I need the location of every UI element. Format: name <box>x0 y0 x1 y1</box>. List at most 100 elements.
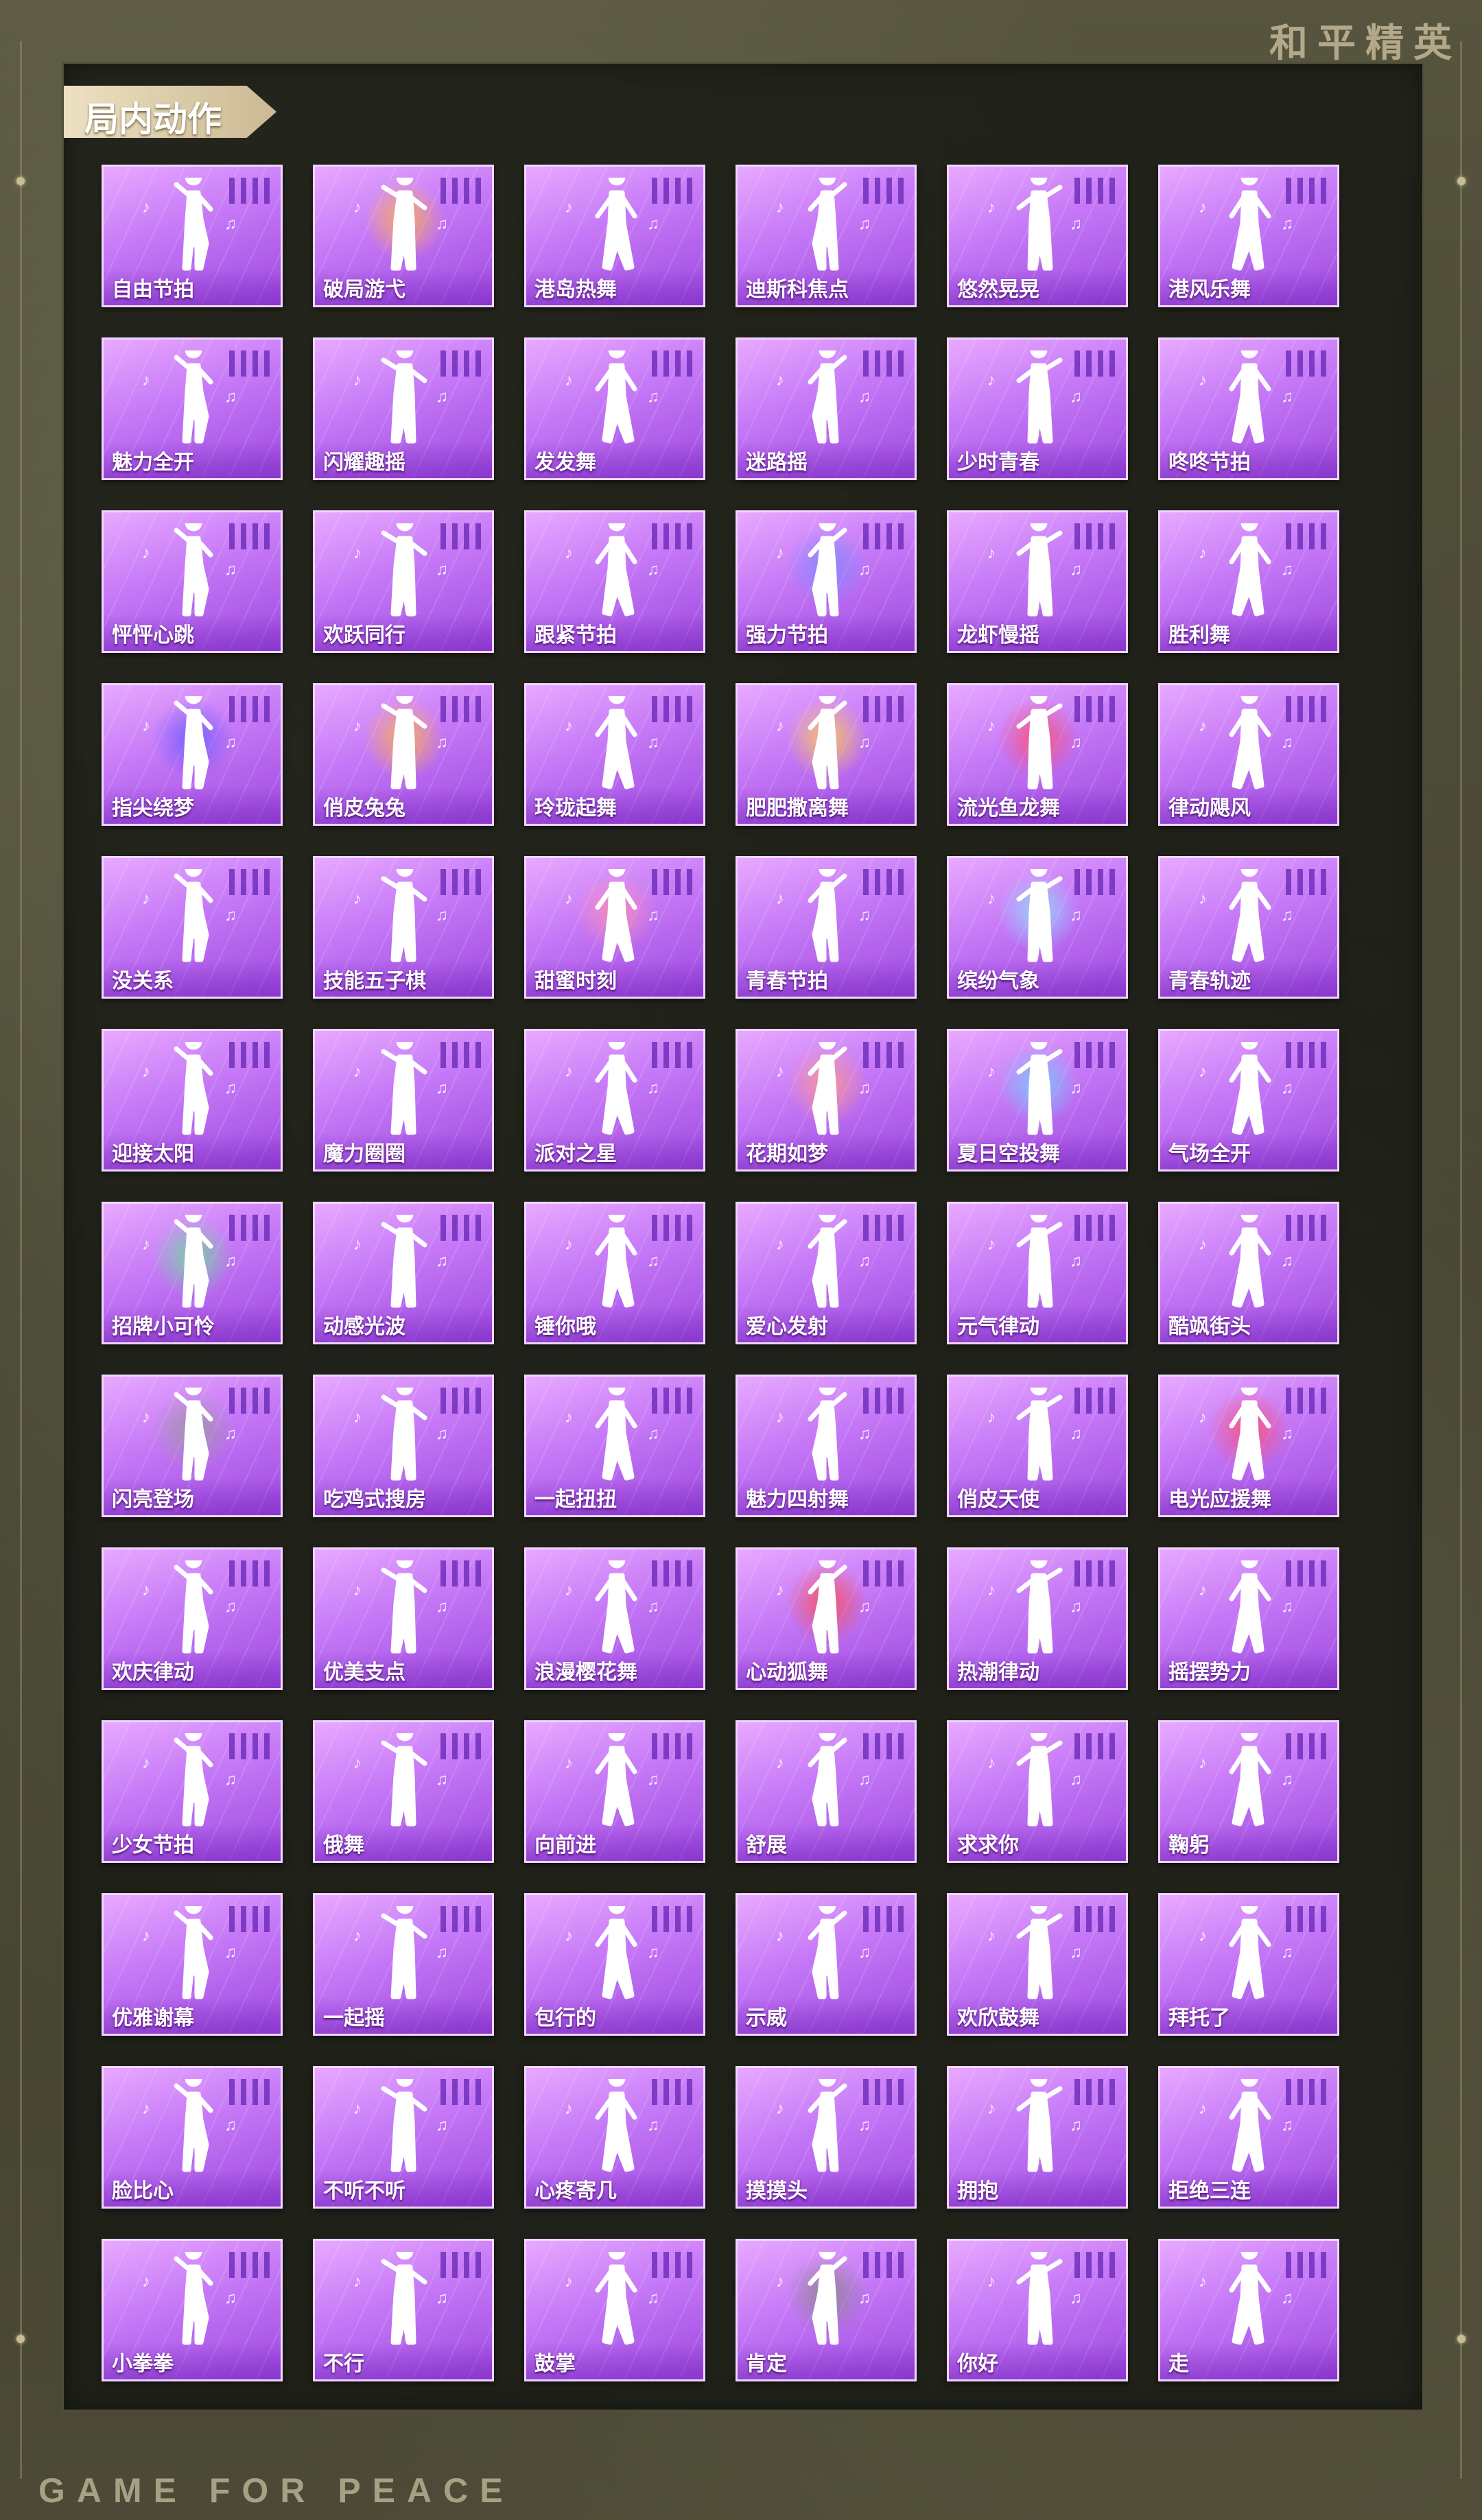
emote-card[interactable]: ♪ ♫ 一起扭扭 <box>524 1375 705 1517</box>
emote-card[interactable]: ♪ ♫ 元气律动 <box>947 1202 1128 1344</box>
emote-card[interactable]: ♪ ♫ 心疼寄几 <box>524 2066 705 2209</box>
emote-card[interactable]: ♪ ♫ 悠然晃晃 <box>947 165 1128 307</box>
dancer-silhouette-icon <box>1223 1897 1277 2002</box>
emote-card[interactable]: ♪ ♫ 锤你哦 <box>524 1202 705 1344</box>
dancer-silhouette-icon <box>1223 1551 1277 1656</box>
emote-card[interactable]: ♪ ♫ 青春轨迹 <box>1158 856 1339 999</box>
emote-card[interactable]: ♪ ♫ 少时青春 <box>947 337 1128 480</box>
emote-card[interactable]: ♪ ♫ 胜利舞 <box>1158 510 1339 653</box>
emote-card[interactable]: ♪ ♫ 青春节拍 <box>736 856 917 999</box>
emote-card[interactable]: ♪ ♫ 招牌小可怜 <box>102 1202 283 1344</box>
emote-card[interactable]: ♪ ♫ 气场全开 <box>1158 1029 1339 1172</box>
emote-label: 缤纷气象 <box>957 970 1039 992</box>
emote-card[interactable]: ♪ ♫ 自由节拍 <box>102 165 283 307</box>
emote-card[interactable]: ♪ ♫ 向前进 <box>524 1720 705 1863</box>
emote-card[interactable]: ♪ ♫ 魅力四射舞 <box>736 1375 917 1517</box>
emote-card[interactable]: ♪ ♫ 一起摇 <box>313 1893 494 2036</box>
emote-card[interactable]: ♪ ♫ 欢庆律动 <box>102 1547 283 1690</box>
emote-card[interactable]: ♪ ♫ 闪耀趣摇 <box>313 337 494 480</box>
emote-card[interactable]: ♪ ♫ 酷飒街头 <box>1158 1202 1339 1344</box>
emote-card[interactable]: ♪ ♫ 咚咚节拍 <box>1158 337 1339 480</box>
emote-card[interactable]: ♪ ♫ 派对之星 <box>524 1029 705 1172</box>
rarity-bars <box>1074 523 1115 549</box>
emote-card[interactable]: ♪ ♫ 迪斯科焦点 <box>736 165 917 307</box>
emote-card[interactable]: ♪ ♫ 吃鸡式搜房 <box>313 1375 494 1517</box>
emote-card[interactable]: ♪ ♫ 摸摸头 <box>736 2066 917 2209</box>
emote-card[interactable]: ♪ ♫ 俄舞 <box>313 1720 494 1863</box>
emote-card[interactable]: ♪ ♫ 不听不听 <box>313 2066 494 2209</box>
dancer-silhouette-icon <box>589 514 643 619</box>
dancer-silhouette-icon <box>1012 2069 1066 2175</box>
emote-card[interactable]: ♪ ♫ 欢欣鼓舞 <box>947 1893 1128 2036</box>
music-note-icon: ♪ <box>776 2100 784 2118</box>
emote-card[interactable]: ♪ ♫ 心动狐舞 <box>736 1547 917 1690</box>
emote-card[interactable]: ♪ ♫ 拜托了 <box>1158 1893 1339 2036</box>
music-note-icon: ♪ <box>1199 371 1207 390</box>
emote-card[interactable]: ♪ ♫ 包行的 <box>524 1893 705 2036</box>
emote-card[interactable]: ♪ ♫ 走 <box>1158 2239 1339 2381</box>
emote-card[interactable]: ♪ ♫ 浪漫樱花舞 <box>524 1547 705 1690</box>
music-note-icon: ♫ <box>1281 1597 1293 1616</box>
emote-card[interactable]: ♪ ♫ 怦怦心跳 <box>102 510 283 653</box>
emote-card[interactable]: ♪ ♫ 肯定 <box>736 2239 917 2381</box>
emote-card[interactable]: ♪ ♫ 脸比心 <box>102 2066 283 2209</box>
emote-card[interactable]: ♪ ♫ 玲珑起舞 <box>524 683 705 826</box>
emote-card[interactable]: ♪ ♫ 迷路摇 <box>736 337 917 480</box>
emote-card[interactable]: ♪ ♫ 示威 <box>736 1893 917 2036</box>
dancer-silhouette-icon <box>801 1032 854 1138</box>
emote-card[interactable]: ♪ ♫ 俏皮兔兔 <box>313 683 494 826</box>
emote-card[interactable]: ♪ ♫ 摇摆势力 <box>1158 1547 1339 1690</box>
emote-card[interactable]: ♪ ♫ 你好 <box>947 2239 1128 2381</box>
emote-card[interactable]: ♪ ♫ 优美支点 <box>313 1547 494 1690</box>
emote-card[interactable]: ♪ ♫ 拥抱 <box>947 2066 1128 2209</box>
emote-card[interactable]: ♪ ♫ 小拳拳 <box>102 2239 283 2381</box>
music-note-icon: ♫ <box>1281 733 1293 752</box>
emote-label: 小拳拳 <box>112 2353 174 2375</box>
music-note-icon: ♫ <box>1281 2116 1293 2135</box>
emote-card[interactable]: ♪ ♫ 缤纷气象 <box>947 856 1128 999</box>
music-note-icon: ♫ <box>1281 1943 1293 1962</box>
dancer-silhouette-icon <box>801 168 854 274</box>
emote-card[interactable]: ♪ ♫ 拒绝三连 <box>1158 2066 1339 2209</box>
emote-card[interactable]: ♪ ♫ 电光应援舞 <box>1158 1375 1339 1517</box>
emote-card[interactable]: ♪ ♫ 俏皮天使 <box>947 1375 1128 1517</box>
emote-card[interactable]: ♪ ♫ 舒展 <box>736 1720 917 1863</box>
emote-card[interactable]: ♪ ♫ 夏日空投舞 <box>947 1029 1128 1172</box>
rarity-bars <box>440 1560 481 1586</box>
emote-card[interactable]: ♪ ♫ 动感光波 <box>313 1202 494 1344</box>
emote-card[interactable]: ♪ ♫ 欢跃同行 <box>313 510 494 653</box>
emote-card[interactable]: ♪ ♫ 魔力圈圈 <box>313 1029 494 1172</box>
emote-card[interactable]: ♪ ♫ 甜蜜时刻 <box>524 856 705 999</box>
rarity-bars <box>440 1906 481 1932</box>
emote-card[interactable]: ♪ ♫ 迎接太阳 <box>102 1029 283 1172</box>
emote-card[interactable]: ♪ ♫ 求求你 <box>947 1720 1128 1863</box>
emote-card[interactable]: ♪ ♫ 不行 <box>313 2239 494 2381</box>
emote-card[interactable]: ♪ ♫ 跟紧节拍 <box>524 510 705 653</box>
emote-card[interactable]: ♪ ♫ 热潮律动 <box>947 1547 1128 1690</box>
emote-card[interactable]: ♪ ♫ 肥肥撒离舞 <box>736 683 917 826</box>
emote-card[interactable]: ♪ ♫ 爱心发射 <box>736 1202 917 1344</box>
emote-card[interactable]: ♪ ♫ 指尖绕梦 <box>102 683 283 826</box>
emote-card[interactable]: ♪ ♫ 技能五子棋 <box>313 856 494 999</box>
emote-card[interactable]: ♪ ♫ 龙虾慢摇 <box>947 510 1128 653</box>
emote-card[interactable]: ♪ ♫ 发发舞 <box>524 337 705 480</box>
emote-card[interactable]: ♪ ♫ 律动飓风 <box>1158 683 1339 826</box>
emote-label: 指尖绕梦 <box>112 797 194 820</box>
emote-card[interactable]: ♪ ♫ 没关系 <box>102 856 283 999</box>
emote-card[interactable]: ♪ ♫ 强力节拍 <box>736 510 917 653</box>
emote-card[interactable]: ♪ ♫ 魅力全开 <box>102 337 283 480</box>
emote-card[interactable]: ♪ ♫ 花期如梦 <box>736 1029 917 1172</box>
music-note-icon: ♫ <box>647 388 659 406</box>
emote-card[interactable]: ♪ ♫ 闪亮登场 <box>102 1375 283 1517</box>
emote-card[interactable]: ♪ ♫ 港岛热舞 <box>524 165 705 307</box>
emote-card[interactable]: ♪ ♫ 少女节拍 <box>102 1720 283 1863</box>
emote-card[interactable]: ♪ ♫ 鼓掌 <box>524 2239 705 2381</box>
emote-card[interactable]: ♪ ♫ 流光鱼龙舞 <box>947 683 1128 826</box>
dancer-silhouette-icon <box>378 859 432 965</box>
emote-card[interactable]: ♪ ♫ 鞠躬 <box>1158 1720 1339 1863</box>
emote-card[interactable]: ♪ ♫ 破局游弋 <box>313 165 494 307</box>
emote-card[interactable]: ♪ ♫ 港风乐舞 <box>1158 165 1339 307</box>
emote-card[interactable]: ♪ ♫ 优雅谢幕 <box>102 1893 283 2036</box>
dancer-silhouette-icon <box>167 341 220 447</box>
emote-label: 发发舞 <box>534 451 596 474</box>
